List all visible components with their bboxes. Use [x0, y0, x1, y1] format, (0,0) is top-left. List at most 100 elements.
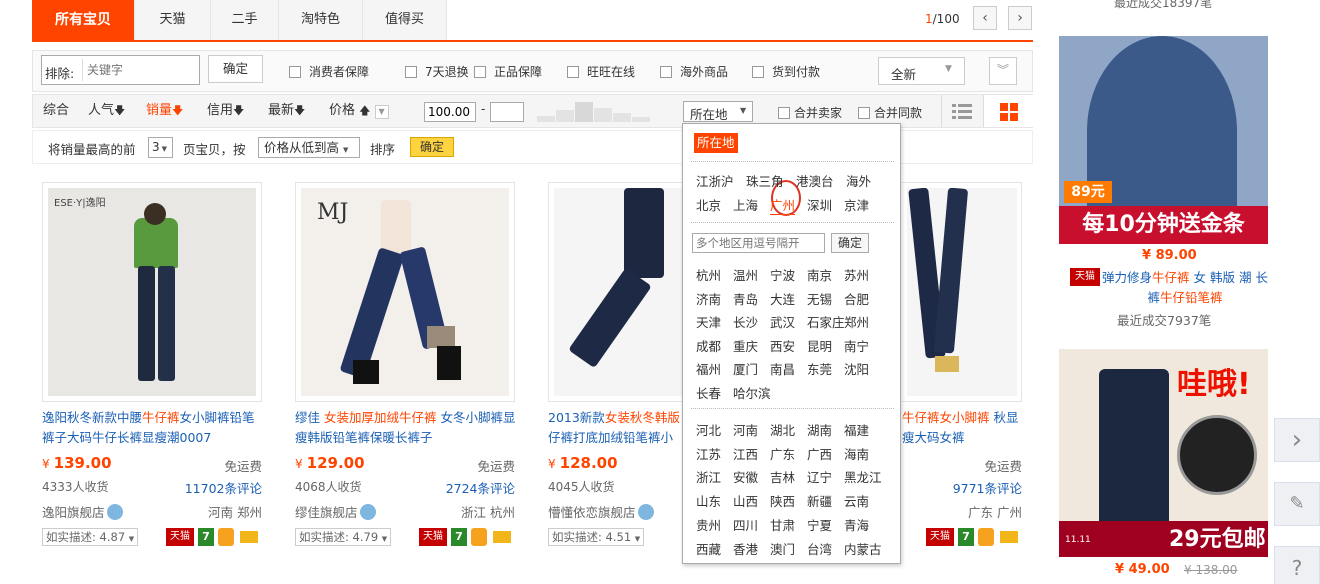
province-option[interactable]: 广西	[807, 444, 832, 463]
product-image[interactable]	[548, 182, 684, 402]
product-image[interactable]: MJ	[295, 182, 515, 402]
city-option[interactable]: 苏州	[844, 265, 869, 284]
sort-price[interactable]: 价格 🡅 ▼	[329, 95, 389, 127]
rank-count-select[interactable]: 3 ▼	[148, 137, 173, 158]
shop-name[interactable]: 缪佳旗舰店	[295, 502, 376, 521]
product-image[interactable]	[902, 182, 1022, 402]
check-cod[interactable]: 货到付款	[752, 63, 820, 79]
province-option[interactable]: 黑龙江	[844, 467, 882, 486]
city-option[interactable]: 广州	[770, 195, 796, 215]
sidebar-title-1[interactable]: 弹力修身牛仔裤 女 韩版 潮 长裤牛仔铅笔裤	[1100, 268, 1270, 308]
province-option[interactable]: 海南	[844, 444, 869, 463]
city-option[interactable]: 昆明	[807, 336, 832, 355]
checkbox[interactable]	[752, 66, 764, 78]
product-title[interactable]: 逸阳秋冬新款中腰牛仔裤女小脚裤铅笔裤子大码牛仔长裤显瘦潮0007	[42, 408, 264, 450]
city-option[interactable]: 石家庄	[807, 312, 845, 331]
next-page-button[interactable]: ›	[1008, 6, 1032, 30]
check-overseas[interactable]: 海外商品	[660, 63, 728, 79]
price-min-input[interactable]	[424, 102, 476, 122]
city-option[interactable]: 宁波	[770, 265, 795, 284]
province-option[interactable]: 福建	[844, 420, 869, 439]
city-option[interactable]: 青岛	[733, 289, 758, 308]
product-title[interactable]: 2013新款女装秋冬韩版仔裤打底加绒铅笔裤小脚裤	[548, 408, 683, 450]
checkbox[interactable]	[405, 66, 417, 78]
ad-image-1[interactable]: 89元 每10分钟送金条	[1059, 36, 1268, 244]
city-option[interactable]: 温州	[733, 265, 758, 284]
city-option[interactable]: 济南	[696, 289, 721, 308]
province-option[interactable]: 宁夏	[807, 515, 832, 534]
city-option[interactable]: 福州	[696, 359, 721, 378]
province-option[interactable]: 河北	[696, 420, 721, 439]
merge-same-checkbox[interactable]: 合并同款	[858, 104, 922, 120]
tab-special[interactable]: 淘特色	[279, 0, 363, 40]
city-option[interactable]: 无锡	[807, 289, 832, 308]
city-option[interactable]: 哈尔滨	[733, 383, 771, 402]
review-count[interactable]: 11702条评论	[185, 478, 262, 497]
merge-sellers-checkbox[interactable]: 合并卖家	[778, 104, 842, 120]
exclude-confirm-button[interactable]: 确定	[208, 55, 263, 83]
grid-view-button[interactable]	[983, 95, 1033, 127]
sort-popularity[interactable]: 人气🡇	[88, 95, 125, 127]
tab-all[interactable]: 所有宝贝	[32, 0, 135, 40]
review-count[interactable]: 2724条评论	[446, 478, 515, 497]
province-option[interactable]: 甘肃	[770, 515, 795, 534]
sort-default[interactable]: 综合	[43, 95, 69, 127]
city-option[interactable]: 深圳	[807, 195, 832, 214]
province-option[interactable]: 浙江	[696, 467, 721, 486]
province-option[interactable]: 青海	[844, 515, 869, 534]
province-option[interactable]: 山东	[696, 491, 721, 510]
province-option[interactable]: 江西	[733, 444, 758, 463]
city-option[interactable]: 北京	[696, 195, 721, 214]
location-select[interactable]: 所在地 ▼	[683, 101, 753, 122]
province-option[interactable]: 云南	[844, 491, 869, 510]
province-option[interactable]: 江苏	[696, 444, 721, 463]
province-option[interactable]: 河南	[733, 420, 758, 439]
wangwang-icon[interactable]	[637, 504, 654, 520]
condition-select[interactable]: 全新 ▼	[878, 57, 965, 85]
city-option[interactable]: 合肥	[844, 289, 869, 308]
product-title[interactable]: 牛仔裤女小脚裤 秋显瘦大码女裤	[902, 408, 1024, 450]
city-option[interactable]: 大连	[770, 289, 795, 308]
expand-filters-button[interactable]: ︾	[989, 57, 1017, 85]
province-option[interactable]: 辽宁	[807, 467, 832, 486]
province-option[interactable]: 山西	[733, 491, 758, 510]
prev-page-button[interactable]: ‹	[973, 6, 997, 30]
province-option[interactable]: 贵州	[696, 515, 721, 534]
city-option[interactable]: 上海	[733, 195, 758, 214]
checkbox[interactable]	[289, 66, 301, 78]
tab-tmall[interactable]: 天猫	[135, 0, 211, 40]
province-option[interactable]: 湖北	[770, 420, 795, 439]
location-confirm-button[interactable]: 确定	[831, 233, 869, 253]
city-option[interactable]: 武汉	[770, 312, 795, 331]
city-option[interactable]: 南京	[807, 265, 832, 284]
description-rating[interactable]: 如实描述: 4.87 ▼	[42, 528, 139, 546]
province-option[interactable]: 内蒙古	[844, 539, 882, 558]
sort-sales[interactable]: 销量🡇	[146, 95, 183, 127]
check-consumer-protection[interactable]: 消费者保障	[289, 63, 369, 79]
province-option[interactable]: 新疆	[807, 491, 832, 510]
tab-worth-buying[interactable]: 值得买	[363, 0, 447, 40]
ad-image-2[interactable]: 哇哦! 11.11 29元包邮	[1059, 349, 1268, 557]
province-option[interactable]: 四川	[733, 515, 758, 534]
city-option[interactable]: 长沙	[733, 312, 758, 331]
city-option[interactable]: 西安	[770, 336, 795, 355]
description-rating[interactable]: 如实描述: 4.51 ▼	[548, 528, 645, 546]
shop-name[interactable]: 逸阳旗舰店	[42, 502, 123, 521]
list-view-button[interactable]	[941, 95, 983, 127]
province-option[interactable]: 澳门	[770, 539, 795, 558]
product-title[interactable]: 缪佳 女装加厚加绒牛仔裤 女冬小脚裤显瘦韩版铅笔裤保暖长裤子	[295, 408, 517, 450]
sort-newest[interactable]: 最新🡇	[268, 95, 305, 127]
city-option[interactable]: 沈阳	[844, 359, 869, 378]
shop-name[interactable]: 懵懂依恋旗舰店	[548, 502, 654, 521]
city-option[interactable]: 南昌	[770, 359, 795, 378]
province-option[interactable]: 台湾	[807, 539, 832, 558]
province-option[interactable]: 香港	[733, 539, 758, 558]
region-option[interactable]: 港澳台	[796, 171, 834, 190]
sort-credit[interactable]: 信用🡇	[207, 95, 244, 127]
check-wangwang-online[interactable]: 旺旺在线	[567, 63, 635, 79]
city-option[interactable]: 厦门	[733, 359, 758, 378]
city-option[interactable]: 南宁	[844, 336, 869, 355]
province-option[interactable]: 广东	[770, 444, 795, 463]
description-rating[interactable]: 如实描述: 4.79 ▼	[295, 528, 392, 546]
province-option[interactable]: 吉林	[770, 467, 795, 486]
